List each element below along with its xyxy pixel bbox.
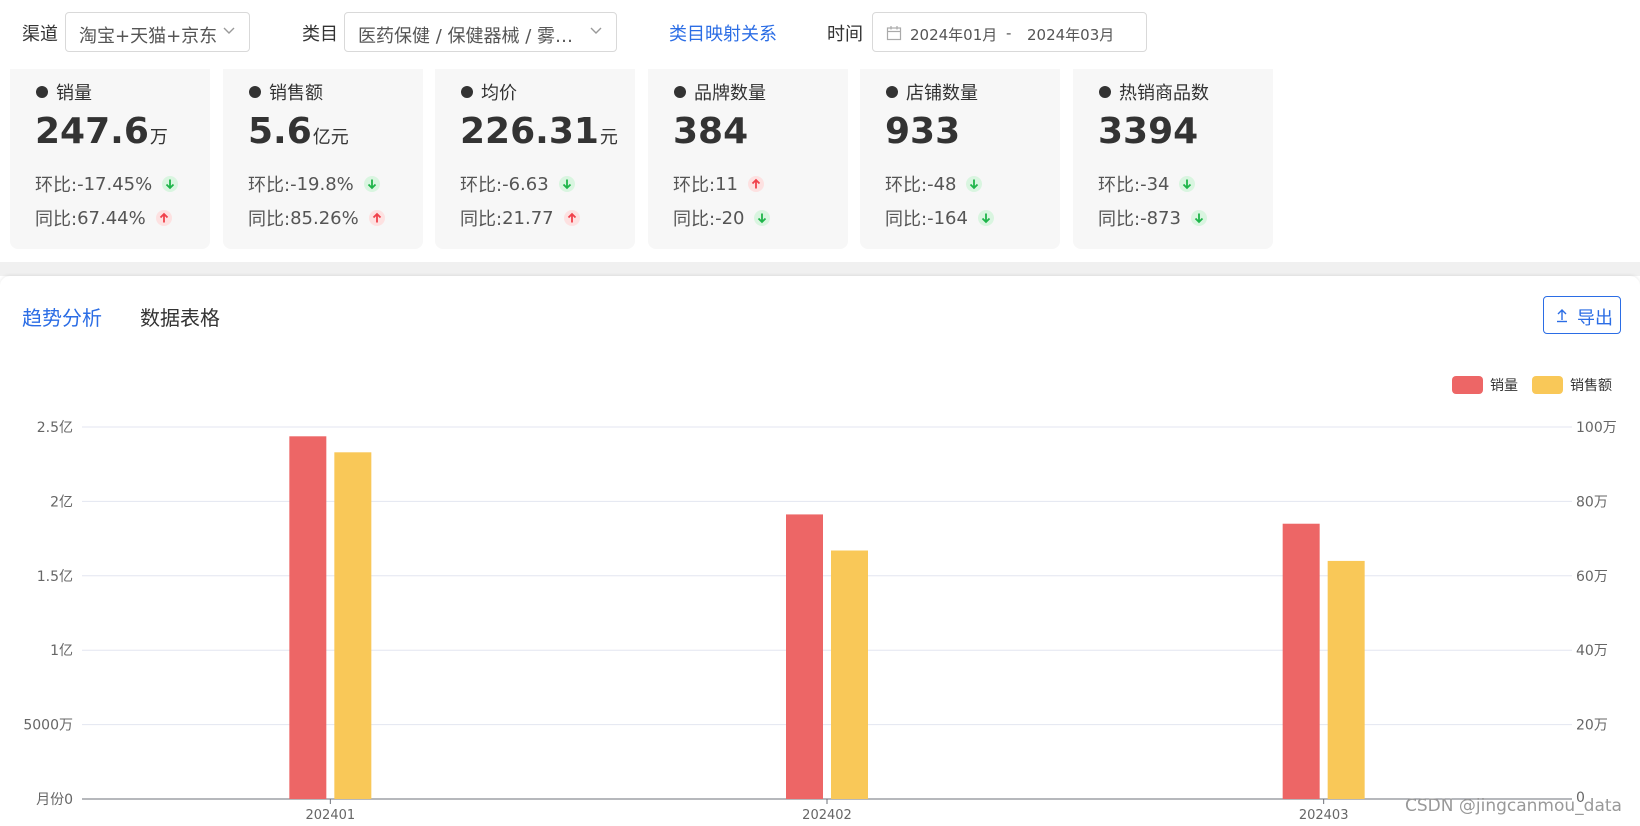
metric-title: 销量	[36, 79, 92, 105]
channel-label: 渠道	[22, 24, 58, 45]
arrow-down-icon	[977, 210, 994, 226]
category-select[interactable]: 医药保健 / 保健器械 / 雾…	[344, 12, 617, 52]
bar-sales-amount	[334, 452, 372, 799]
metric-title: 品牌数量	[674, 79, 766, 105]
metric-mom: 环比: 11	[673, 171, 764, 197]
date-separator: -	[1006, 24, 1012, 42]
export-button[interactable]: 导出	[1543, 296, 1621, 334]
channel-select-value: 淘宝+天猫+京东	[79, 26, 218, 47]
y-left-tick-label: 1.5亿	[37, 569, 73, 585]
y-right-tick-label: 20万	[1576, 718, 1608, 734]
y-left-tick-label: 1亿	[50, 643, 73, 659]
legend-label-sales-amount: 销售额	[1570, 378, 1612, 394]
metric-value: 384	[673, 111, 749, 152]
metric-yoy: 同比: 21.77	[460, 205, 580, 231]
arrow-down-icon	[754, 210, 771, 226]
bar-sales-volume	[289, 436, 327, 799]
y-left-tick-label: 5000万	[23, 718, 73, 734]
metric-card-shop-count: 店铺数量 933 环比: -48 同比: -164	[860, 69, 1060, 249]
channel-select[interactable]: 淘宝+天猫+京东	[65, 12, 250, 52]
upload-icon	[1557, 309, 1567, 323]
legend-swatch-sales-volume	[1452, 376, 1483, 394]
y-left-tick-label: 2亿	[50, 494, 73, 510]
metric-yoy: 同比: -20	[673, 205, 771, 231]
legend-swatch-sales-amount	[1532, 376, 1563, 394]
metric-unit: 万	[149, 127, 168, 148]
metric-yoy: 同比: -164	[885, 205, 994, 231]
arrow-up-icon	[368, 210, 385, 226]
bar-chart: 月份0 05000万 20万1亿 40万1.5亿 60万2亿 80万2.5亿 100万202…	[23, 376, 1617, 823]
arrow-down-icon	[558, 176, 575, 192]
time-label: 时间	[827, 24, 863, 45]
bar-sales-amount	[1327, 560, 1365, 799]
metric-card-sales-volume: 销量 247.6万 环比: -17.45% 同比: 67.44%	[10, 69, 210, 249]
metric-yoy: 同比: 85.26%	[248, 205, 385, 231]
metric-card-brand-count: 品牌数量 384 环比: 11 同比: -20	[648, 69, 848, 249]
legend-label-sales-volume: 销量	[1490, 378, 1518, 394]
bar-sales-amount	[831, 550, 868, 799]
arrow-up-icon	[563, 210, 580, 226]
metric-unit: 元	[599, 127, 618, 148]
y-left-tick-label: 2.5亿	[37, 420, 73, 436]
bar-sales-volume	[786, 514, 823, 799]
metric-mom: 环比: -17.45%	[35, 171, 179, 197]
date-end[interactable]: 2024年03月	[1027, 24, 1114, 45]
filter-bar: 渠道 淘宝+天猫+京东 类目 医药保健 / 保健器械 / 雾… 类目映射关系 时…	[0, 0, 1640, 66]
metric-value: 247.6万	[35, 111, 168, 152]
category-label: 类目	[302, 24, 338, 45]
x-tick-label: 202402	[802, 808, 852, 823]
arrow-up-icon	[747, 176, 764, 192]
x-tick-label: 202401	[306, 808, 356, 823]
chevron-down-icon	[590, 27, 602, 34]
metric-yoy: 同比: 67.44%	[35, 205, 172, 231]
metric-title: 热销商品数	[1099, 79, 1209, 105]
tab-data-table[interactable]: 数据表格	[140, 302, 220, 331]
arrow-down-icon	[363, 176, 380, 192]
metric-title: 均价	[461, 79, 517, 105]
metric-value: 933	[885, 111, 961, 152]
metric-title: 销售额	[249, 79, 323, 105]
metric-title: 店铺数量	[886, 79, 978, 105]
date-range-picker[interactable]: 2024年01月 - 2024年03月	[872, 12, 1147, 52]
metric-mom: 环比: -48	[885, 171, 983, 197]
metric-mom: 环比: -6.63	[460, 171, 575, 197]
metric-mom: 环比: -19.8%	[248, 171, 380, 197]
metric-mom: 环比: -34	[1098, 171, 1196, 197]
calendar-icon	[886, 26, 902, 41]
chevron-down-icon	[223, 27, 235, 34]
x-tick-label: 202403	[1299, 808, 1349, 823]
y-right-tick-label: 40万	[1576, 643, 1608, 659]
metric-yoy: 同比: -873	[1098, 205, 1207, 231]
metric-unit: 亿元	[312, 127, 349, 148]
y-right-tick-label: 100万	[1576, 420, 1617, 436]
bar-sales-volume	[1282, 523, 1320, 799]
metrics-section: 销量 247.6万 环比: -17.45% 同比: 67.44% 销售额 5.6亿元…	[0, 66, 1640, 262]
category-mapping-link[interactable]: 类目映射关系	[669, 20, 777, 46]
metric-value: 226.31元	[460, 111, 618, 152]
arrow-down-icon	[1190, 210, 1207, 226]
metric-card-hot-items: 热销商品数 3394 环比: -34 同比: -873	[1073, 69, 1273, 249]
arrow-down-icon	[966, 176, 983, 192]
tab-trend-analysis[interactable]: 趋势分析	[22, 302, 102, 331]
arrow-up-icon	[155, 210, 172, 226]
metric-card-sales-amount: 销售额 5.6亿元 环比: -19.8% 同比: 85.26%	[223, 69, 423, 249]
chart-panel: 月份0 0 5000万 20万 1亿 40万 1.5亿 60万 2亿 80万 2.5亿 100万 202…	[0, 276, 1640, 826]
export-label: 导出	[1577, 308, 1613, 329]
metric-value: 5.6亿元	[248, 111, 349, 152]
section-divider	[0, 262, 1640, 276]
category-select-value: 医药保健 / 保健器械 / 雾…	[358, 26, 573, 47]
date-start[interactable]: 2024年01月	[910, 24, 997, 45]
arrow-down-icon	[1179, 176, 1196, 192]
y-right-tick-label: 80万	[1576, 494, 1608, 510]
y-left-tick-label: 月份0	[36, 792, 73, 808]
metric-card-avg-price: 均价 226.31元 环比: -6.63 同比: 21.77	[435, 69, 635, 249]
metric-value: 3394	[1098, 111, 1199, 152]
arrow-down-icon	[162, 176, 179, 192]
watermark: CSDN @jingcanmou_data	[1405, 796, 1622, 816]
y-right-tick-label: 60万	[1576, 569, 1608, 585]
